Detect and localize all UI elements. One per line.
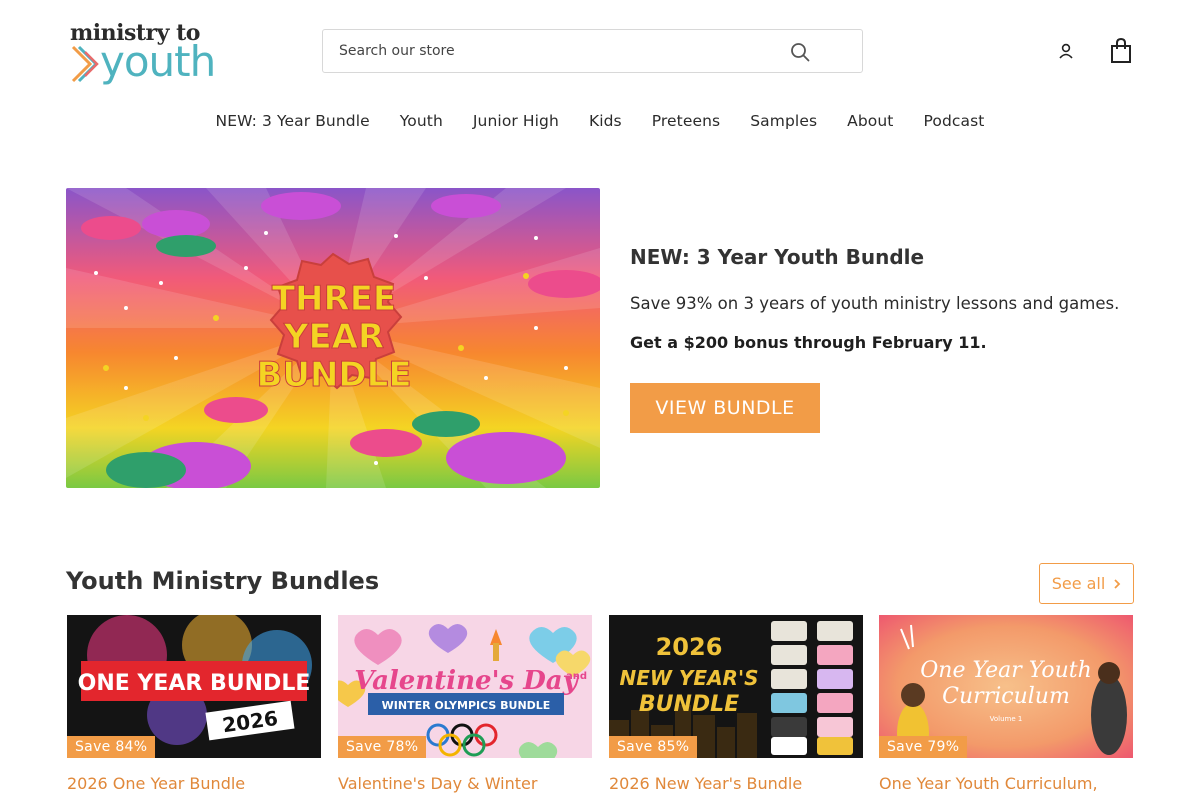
chevron-right-icon — [1114, 578, 1121, 589]
product-image[interactable]: ONE YEAR BUNDLE 2026 Save 84% — [67, 615, 321, 758]
nav-item-junior-high[interactable]: Junior High — [473, 112, 559, 134]
product-image-text: ONE YEAR BUNDLE — [78, 671, 311, 696]
product-image-subtext: Curriculum — [942, 684, 1070, 709]
product-image[interactable]: 2026 NEW YEAR'S BUNDLE Save 85% — [609, 615, 863, 758]
hero-image-line3: BUNDLE — [256, 355, 411, 395]
save-badge: Save 79% — [879, 736, 968, 758]
see-all-button[interactable]: See all — [1039, 563, 1134, 604]
product-title[interactable]: 2026 One Year Bundle — [67, 774, 321, 793]
product-card[interactable]: 2026 NEW YEAR'S BUNDLE Save 85% 2026 New — [609, 615, 863, 793]
main-nav: NEW: 3 Year Bundle Youth Junior High Kid… — [0, 112, 1200, 134]
hero-subtitle: Save 93% on 3 years of youth ministry le… — [630, 294, 1120, 313]
nav-item-youth[interactable]: Youth — [400, 112, 443, 134]
product-image[interactable]: One Year Youth Curriculum Volume 1 Save … — [879, 615, 1133, 758]
product-card[interactable]: Valentine's Day and WINTER OLYMPICS BUND… — [338, 615, 592, 793]
product-card[interactable]: ONE YEAR BUNDLE 2026 Save 84% 2026 One Y… — [67, 615, 321, 793]
save-badge: Save 78% — [338, 736, 427, 758]
product-image-year: 2026 — [656, 633, 723, 661]
account-icon[interactable] — [1057, 42, 1075, 60]
product-image-volume: Volume 1 — [990, 715, 1023, 723]
product-image-subtext: BUNDLE — [639, 692, 739, 717]
product-card[interactable]: One Year Youth Curriculum Volume 1 Save … — [879, 615, 1133, 793]
search-box — [322, 29, 863, 73]
hero-bonus-text: Get a $200 bonus through February 11. — [630, 333, 987, 352]
hero-image-line2: YEAR — [283, 317, 384, 357]
view-bundle-button[interactable]: VIEW BUNDLE — [630, 383, 820, 433]
save-badge: Save 85% — [609, 736, 698, 758]
search-input[interactable] — [339, 30, 779, 72]
nav-item-podcast[interactable]: Podcast — [923, 112, 984, 134]
nav-item-samples[interactable]: Samples — [750, 112, 817, 134]
nav-item-3-year-bundle[interactable]: NEW: 3 Year Bundle — [216, 112, 370, 134]
product-image-text: Valentine's Day — [354, 666, 579, 696]
cart-icon[interactable] — [1110, 38, 1132, 64]
site-logo[interactable]: ministry to youth — [70, 20, 216, 86]
product-title[interactable]: 2026 New Year's Bundle — [609, 774, 863, 793]
product-image-subtext: WINTER OLYMPICS BUNDLE — [382, 699, 551, 712]
product-image[interactable]: Valentine's Day and WINTER OLYMPICS BUND… — [338, 615, 592, 758]
nav-item-preteens[interactable]: Preteens — [652, 112, 721, 134]
save-badge: Save 84% — [67, 736, 156, 758]
nav-item-about[interactable]: About — [847, 112, 893, 134]
product-image-text: One Year Youth — [920, 658, 1092, 683]
nav-item-kids[interactable]: Kids — [589, 112, 622, 134]
search-icon[interactable] — [790, 42, 810, 62]
see-all-label: See all — [1051, 574, 1106, 593]
logo-chevron-icon — [71, 45, 99, 83]
product-title[interactable]: Valentine's Day & Winter — [338, 774, 592, 793]
hero-image[interactable]: THREE YEAR BUNDLE — [66, 188, 600, 488]
hero-title: NEW: 3 Year Youth Bundle — [630, 245, 925, 269]
product-image-and: and — [566, 671, 587, 682]
hero-image-line1: THREE — [272, 279, 396, 319]
section-title: Youth Ministry Bundles — [66, 567, 380, 595]
product-title[interactable]: One Year Youth Curriculum, — [879, 774, 1133, 793]
logo-line2: youth — [100, 37, 216, 86]
product-image-text: NEW YEAR'S — [620, 666, 759, 690]
